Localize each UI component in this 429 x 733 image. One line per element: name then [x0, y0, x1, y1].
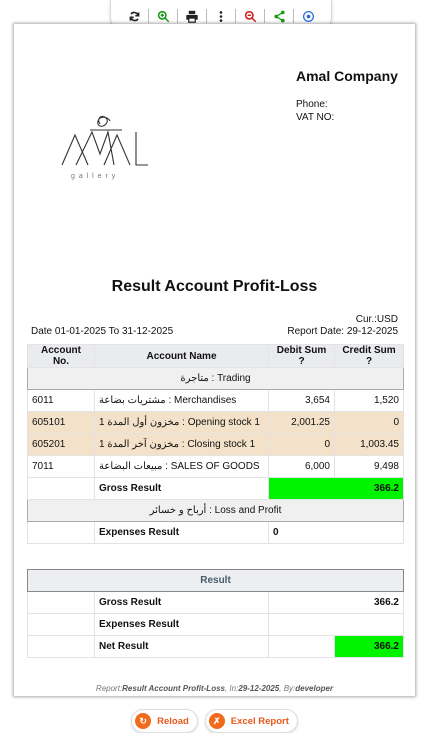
credit-sum: 9,498	[334, 455, 404, 478]
expenses-result-label: Expenses Result	[94, 521, 269, 544]
credit-sum: 1,520	[334, 389, 404, 412]
group-row-trading: متاجرة : Trading	[27, 367, 404, 390]
credit-sum: 0	[334, 411, 404, 434]
report-date: Report Date: 29-12-2025	[287, 326, 398, 337]
gross-result-row: Gross Result 366.2	[27, 477, 404, 500]
vat-label: VAT NO:	[296, 112, 335, 123]
expenses-result-row: Expenses Result 0	[27, 521, 404, 544]
summary-expenses-label: Expenses Result	[94, 613, 269, 636]
report-page: Amal Company Phone: VAT NO: g a l l e r …	[14, 24, 415, 696]
table-header-row: Account No. Account Name Debit Sum ? Cre…	[27, 344, 404, 368]
summary-gross-value: 366.2	[268, 591, 404, 614]
account-no: 605101	[27, 411, 95, 434]
reload-button[interactable]: ↻ Reload	[131, 709, 198, 733]
account-no: 6011	[27, 389, 95, 412]
table-row: 6011 مشتريات بضاعة : Merchandises 3,654 …	[27, 389, 404, 412]
summary-net-row: Net Result 366.2	[27, 635, 404, 658]
credit-sum: 1,003.45	[334, 433, 404, 456]
excel-button-label: Excel Report	[230, 715, 289, 727]
group-label: متاجرة : Trading	[27, 367, 404, 390]
summary-expenses-row: Expenses Result	[27, 613, 404, 636]
account-name: مخزون أول المدة 1 : Opening stock 1	[94, 411, 269, 434]
account-no: 7011	[27, 455, 95, 478]
logo-subtext: g a l l e r y	[71, 173, 116, 180]
account-name: مشتريات بضاعة : Merchandises	[94, 389, 269, 412]
phone-label: Phone:	[296, 99, 328, 110]
debit-sum: 6,000	[268, 455, 335, 478]
debit-sum: 0	[268, 433, 335, 456]
summary-table: Result Gross Result 366.2 Expenses Resul…	[27, 569, 404, 658]
column-header: Account No.	[27, 344, 95, 368]
gross-result-label: Gross Result	[94, 477, 269, 500]
table-row: 605201 مخزون آخر المدة 1 : Closing stock…	[27, 433, 404, 456]
company-name: Amal Company	[296, 68, 398, 84]
reload-button-label: Reload	[157, 715, 189, 727]
column-header: Account Name	[94, 344, 269, 368]
summary-gross-label: Gross Result	[94, 591, 269, 614]
debit-sum: 3,654	[268, 389, 335, 412]
currency-label: Cur.:USD	[355, 314, 398, 325]
column-header: Credit Sum ?	[334, 344, 404, 368]
summary-header-row: Result	[27, 569, 404, 592]
table-row: 605101 مخزون أول المدة 1 : Opening stock…	[27, 411, 404, 434]
column-header: Debit Sum ?	[268, 344, 335, 368]
summary-header: Result	[27, 569, 404, 592]
account-no: 605201	[27, 433, 95, 456]
debit-sum: 2,001.25	[268, 411, 335, 434]
excel-file-icon: ✗	[208, 713, 225, 729]
report-title: Result Account Profit-Loss	[111, 278, 318, 295]
account-name: مبيعات البضاعة : SALES OF GOODS	[94, 455, 269, 478]
summary-gross-row: Gross Result 366.2	[27, 591, 404, 614]
gross-result-value: 366.2	[268, 477, 404, 500]
net-result-value: 366.2	[334, 635, 404, 658]
accounts-table: Account No. Account Name Debit Sum ? Cre…	[27, 344, 404, 544]
group-label: أرباح و خسائر : Loss and Profit	[27, 499, 404, 522]
action-buttons: ↻ Reload ✗ Excel Report	[0, 709, 429, 733]
table-row: 7011 مبيعات البضاعة : SALES OF GOODS 6,0…	[27, 455, 404, 478]
expenses-result-value: 0	[268, 521, 404, 544]
date-range: Date 01-01-2025 To 31-12-2025	[31, 326, 174, 337]
net-result-label: Net Result	[94, 635, 269, 658]
report-footer: Report:Result Account Profit-Loss, In:29…	[95, 684, 334, 693]
group-row-loss-profit: أرباح و خسائر : Loss and Profit	[27, 499, 404, 522]
account-name: مخزون آخر المدة 1 : Closing stock 1	[94, 433, 269, 456]
excel-report-button[interactable]: ✗ Excel Report	[204, 709, 298, 733]
company-logo: g a l l e r y	[54, 102, 184, 184]
refresh-icon: ↻	[135, 713, 152, 729]
